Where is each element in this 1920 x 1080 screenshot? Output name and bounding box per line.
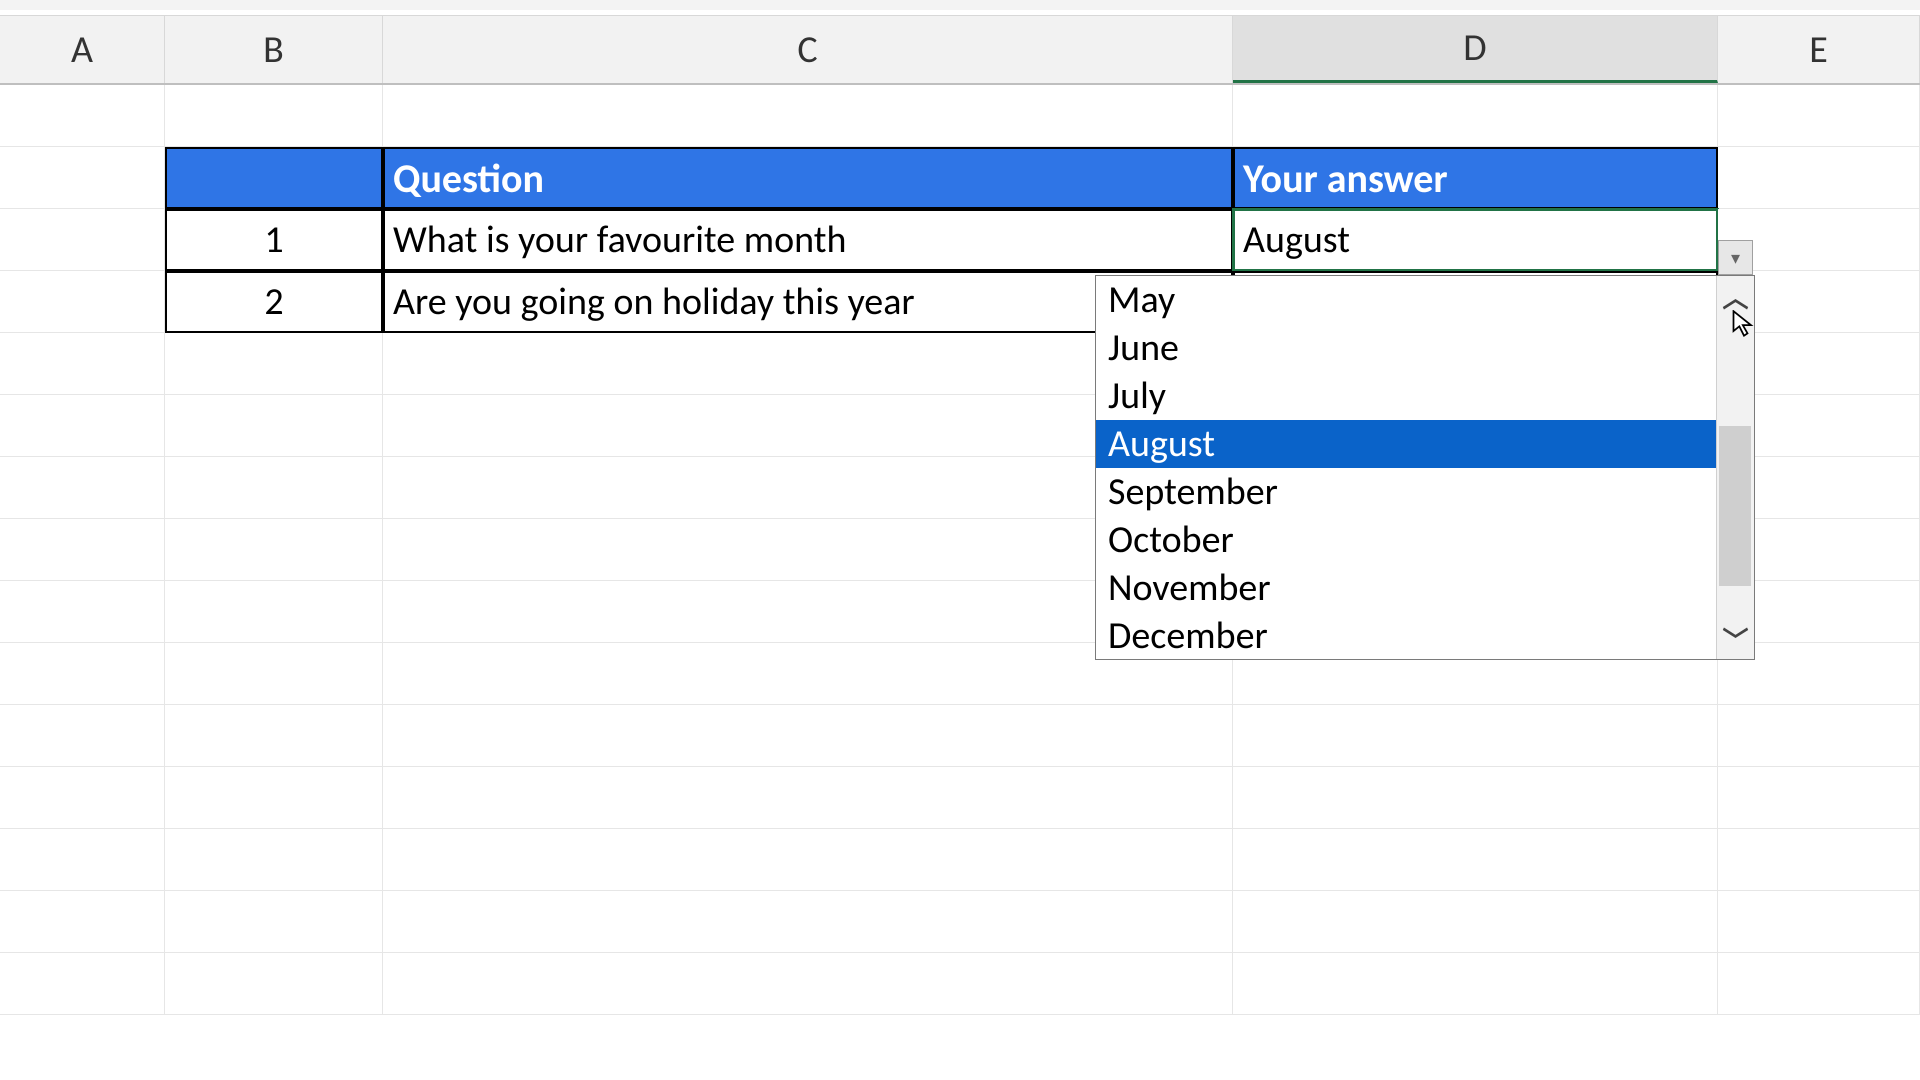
- row1-question[interactable]: What is your favourite month: [383, 209, 1233, 271]
- column-headers: A B C D E: [0, 15, 1920, 85]
- cell[interactable]: [1233, 767, 1718, 829]
- cell[interactable]: [0, 829, 165, 891]
- dropdown-option-july[interactable]: July: [1096, 372, 1716, 420]
- cell[interactable]: [165, 705, 383, 767]
- data-validation-dropdown-button[interactable]: ▾: [1718, 240, 1753, 275]
- cell[interactable]: [1233, 953, 1718, 1015]
- cell[interactable]: [1233, 705, 1718, 767]
- cell-a1[interactable]: [0, 85, 165, 147]
- cell-c1[interactable]: [383, 85, 1233, 147]
- row2-num[interactable]: 2: [165, 271, 383, 333]
- cell[interactable]: [0, 953, 165, 1015]
- table-header-blank[interactable]: [165, 147, 383, 209]
- dropdown-option-november[interactable]: November: [1096, 564, 1716, 612]
- cell[interactable]: [0, 395, 165, 457]
- col-header-d[interactable]: D: [1233, 15, 1718, 83]
- cell[interactable]: [1233, 829, 1718, 891]
- cell[interactable]: [1718, 767, 1920, 829]
- cell[interactable]: [165, 767, 383, 829]
- cell[interactable]: [1718, 891, 1920, 953]
- cell[interactable]: [165, 519, 383, 581]
- chevron-down-icon: ﹀: [1722, 621, 1748, 658]
- col-header-c[interactable]: C: [383, 15, 1233, 83]
- col-header-b[interactable]: B: [165, 15, 383, 83]
- toolbar-strip: [0, 0, 1920, 10]
- cell[interactable]: [165, 643, 383, 705]
- cell[interactable]: [383, 891, 1233, 953]
- cell[interactable]: [0, 519, 165, 581]
- cell-e1[interactable]: [1718, 85, 1920, 147]
- dropdown-list[interactable]: May June July August September October N…: [1095, 275, 1755, 660]
- cell-b1[interactable]: [165, 85, 383, 147]
- cell[interactable]: [383, 767, 1233, 829]
- cell[interactable]: [165, 581, 383, 643]
- cell[interactable]: [383, 829, 1233, 891]
- cell[interactable]: [0, 333, 165, 395]
- cell[interactable]: [383, 705, 1233, 767]
- cell[interactable]: [1233, 891, 1718, 953]
- cell[interactable]: [165, 829, 383, 891]
- dropdown-option-october[interactable]: October: [1096, 516, 1716, 564]
- table-header-answer[interactable]: Your answer: [1233, 147, 1718, 209]
- cell[interactable]: [165, 891, 383, 953]
- cell[interactable]: [0, 767, 165, 829]
- cell-a4[interactable]: [0, 271, 165, 333]
- table-header-question[interactable]: Question: [383, 147, 1233, 209]
- scroll-up-button[interactable]: ︿: [1717, 276, 1754, 316]
- scroll-down-button[interactable]: ﹀: [1717, 619, 1754, 659]
- dropdown-option-september[interactable]: September: [1096, 468, 1716, 516]
- cell[interactable]: [0, 705, 165, 767]
- col-header-a[interactable]: A: [0, 15, 165, 83]
- cell[interactable]: [1718, 705, 1920, 767]
- cell[interactable]: [165, 953, 383, 1015]
- cell[interactable]: [1718, 829, 1920, 891]
- dropdown-option-december[interactable]: December: [1096, 612, 1716, 659]
- cell-d1[interactable]: [1233, 85, 1718, 147]
- cell-e2[interactable]: [1718, 147, 1920, 209]
- cell-a3[interactable]: [0, 209, 165, 271]
- row1-answer[interactable]: August: [1233, 209, 1718, 271]
- cell[interactable]: [1718, 953, 1920, 1015]
- cell-a2[interactable]: [0, 147, 165, 209]
- dropdown-items-container: May June July August September October N…: [1096, 276, 1716, 659]
- row1-num[interactable]: 1: [165, 209, 383, 271]
- cell[interactable]: [383, 953, 1233, 1015]
- cell[interactable]: [0, 457, 165, 519]
- dropdown-option-may[interactable]: May: [1096, 276, 1716, 324]
- dropdown-option-june[interactable]: June: [1096, 324, 1716, 372]
- col-header-e[interactable]: E: [1718, 15, 1920, 83]
- dropdown-scrollbar[interactable]: ︿ ﹀: [1716, 276, 1754, 659]
- dropdown-option-august[interactable]: August: [1096, 420, 1716, 468]
- scroll-thumb[interactable]: [1719, 426, 1751, 586]
- cell[interactable]: [0, 643, 165, 705]
- chevron-up-icon: ︿: [1722, 278, 1748, 315]
- cell[interactable]: [0, 891, 165, 953]
- chevron-down-icon: ▾: [1731, 247, 1740, 269]
- cell[interactable]: [165, 395, 383, 457]
- cell[interactable]: [165, 333, 383, 395]
- cell[interactable]: [165, 457, 383, 519]
- cell[interactable]: [0, 581, 165, 643]
